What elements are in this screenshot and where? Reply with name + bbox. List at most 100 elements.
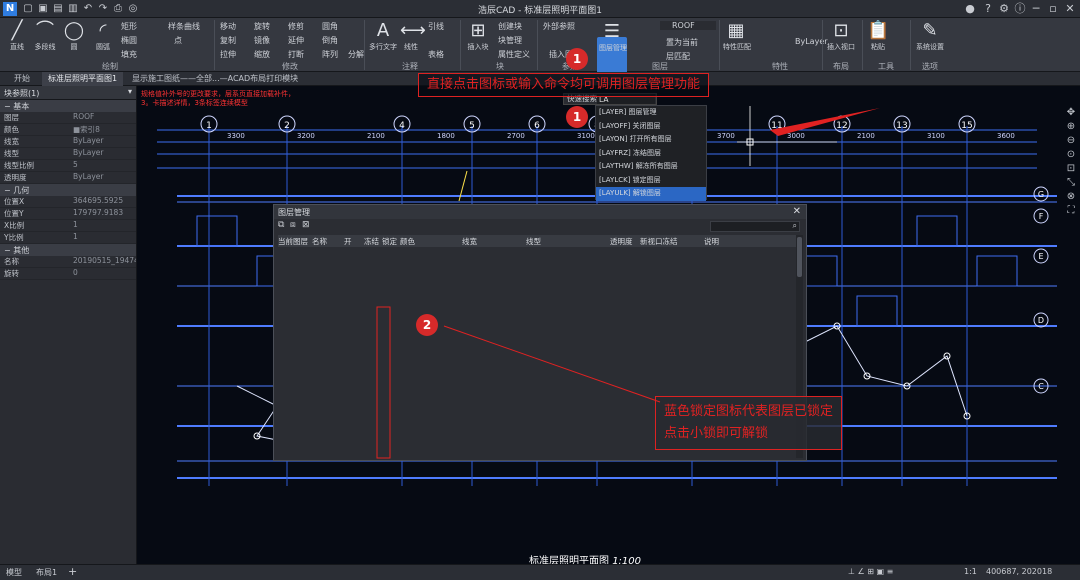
layer-search-input[interactable]: ⌕: [710, 221, 800, 232]
column-header[interactable]: 开: [344, 236, 352, 247]
tab-drawing-1[interactable]: 标准层照明平面图1: [42, 72, 124, 86]
property-value[interactable]: ByLayer: [70, 172, 136, 183]
attribute-define-button[interactable]: 属性定义: [498, 49, 530, 60]
linear-dim-button[interactable]: ⟷ 线性: [400, 20, 426, 52]
command-item[interactable]: [LAYLCK] 锁定图层: [596, 174, 706, 188]
user-icon[interactable]: ●: [962, 1, 978, 17]
property-value[interactable]: ROOF: [70, 112, 136, 123]
scrollbar-thumb[interactable]: [797, 237, 802, 277]
match-properties-button[interactable]: ▦ 特性匹配: [723, 20, 751, 52]
column-header[interactable]: 新视口冻结: [640, 236, 678, 247]
orbit-icon[interactable]: ⊗: [1064, 190, 1078, 203]
block-manager-button[interactable]: 块管理: [498, 35, 522, 46]
property-value[interactable]: ByLayer: [70, 148, 136, 159]
insert-block-button[interactable]: ⊞ 插入块: [463, 20, 493, 52]
polyline-tool-button[interactable]: ⌒ 多段线: [32, 20, 58, 52]
property-value[interactable]: ■索引8: [70, 124, 136, 135]
annotation-scale[interactable]: 1:1: [964, 567, 977, 576]
column-header[interactable]: 名称: [312, 236, 327, 247]
fit-icon[interactable]: ⛶: [1064, 204, 1078, 217]
property-row[interactable]: 线宽 ByLayer: [0, 136, 136, 148]
property-row[interactable]: X比例 1: [0, 220, 136, 232]
property-value[interactable]: 5: [70, 160, 136, 171]
point-button[interactable]: 点: [174, 35, 182, 46]
ellipse-button[interactable]: 椭圆: [121, 35, 137, 46]
property-row[interactable]: Y比例 1: [0, 232, 136, 244]
rectangle-button[interactable]: 矩形: [121, 21, 137, 32]
move-button[interactable]: 移动: [220, 21, 236, 32]
column-header[interactable]: 透明度: [610, 236, 633, 247]
property-section-header[interactable]: − 其他: [0, 244, 136, 256]
property-row[interactable]: 位置X 364695.5925: [0, 196, 136, 208]
property-row[interactable]: 颜色 ■索引8: [0, 124, 136, 136]
set-current-icon[interactable]: ⊠: [302, 220, 310, 230]
zoom-in-icon[interactable]: ⊕: [1064, 120, 1078, 133]
spline-button[interactable]: 样条曲线: [168, 21, 200, 32]
property-section-header[interactable]: − 基本: [0, 100, 136, 112]
column-header[interactable]: 冻结: [364, 236, 379, 247]
property-row[interactable]: 旋转 0: [0, 268, 136, 280]
mirror-button[interactable]: 镜像: [254, 35, 270, 46]
create-block-button[interactable]: 创建块: [498, 21, 522, 32]
zoom-previous-icon[interactable]: ⤡: [1064, 176, 1078, 189]
command-item[interactable]: [LAYER] 图层管理: [596, 106, 706, 120]
property-value[interactable]: 1: [70, 220, 136, 231]
tab-layout1[interactable]: 布局1: [36, 567, 57, 578]
mtext-button[interactable]: A 多行文字: [368, 20, 398, 52]
layer-manager-label[interactable]: ☰ 图层管理: [599, 21, 627, 53]
column-header[interactable]: 锁定: [382, 236, 397, 247]
property-row[interactable]: 图层 ROOF: [0, 112, 136, 124]
leader-button[interactable]: 引线: [428, 21, 444, 32]
xref-button[interactable]: 外部参照: [543, 21, 575, 32]
property-value[interactable]: 0: [70, 268, 136, 279]
delete-layer-icon[interactable]: ⧈: [290, 220, 296, 230]
property-row[interactable]: 位置Y 179797.9183: [0, 208, 136, 220]
column-header[interactable]: 说明: [704, 236, 719, 247]
minimize-icon[interactable]: ─: [1028, 1, 1044, 17]
zoom-window-icon[interactable]: ⊡: [1064, 162, 1078, 175]
system-settings-button[interactable]: ✎ 系统设置: [914, 20, 946, 52]
hatch-button[interactable]: 填充: [121, 49, 137, 60]
property-section-header[interactable]: − 几何: [0, 184, 136, 196]
selection-dropdown[interactable]: 块参照(1) ▾: [0, 86, 136, 100]
break-button[interactable]: 打断: [288, 49, 304, 60]
property-row[interactable]: 名称 20190515_19474...: [0, 256, 136, 268]
property-value[interactable]: ByLayer: [70, 136, 136, 147]
column-header[interactable]: 当前图层: [278, 236, 308, 247]
help-icon[interactable]: ?: [980, 1, 996, 17]
add-layout-button[interactable]: +: [68, 565, 77, 578]
command-item-selected[interactable]: [LAYULK] 解锁图层: [596, 187, 706, 201]
array-button[interactable]: 阵列: [322, 49, 338, 60]
command-item[interactable]: [LAYON] 打开所有图层: [596, 133, 706, 147]
property-value[interactable]: 20190515_19474...: [70, 256, 136, 267]
command-item[interactable]: [LAYTHW] 解冻所有图层: [596, 160, 706, 174]
restore-icon[interactable]: ▫: [1045, 1, 1061, 17]
insert-viewport-button[interactable]: ⊡ 插入视口: [826, 20, 856, 52]
column-header[interactable]: 线型: [526, 236, 541, 247]
scale-button[interactable]: 缩放: [254, 49, 270, 60]
settings-icon[interactable]: ⚙: [996, 1, 1012, 17]
property-row[interactable]: 线型 ByLayer: [0, 148, 136, 160]
property-value[interactable]: 364695.5925: [70, 196, 136, 207]
property-row[interactable]: 透明度 ByLayer: [0, 172, 136, 184]
circle-tool-button[interactable]: ◯ 圆: [61, 20, 87, 52]
tab-model[interactable]: 模型: [6, 567, 22, 578]
command-item[interactable]: [LAYFRZ] 冻结图层: [596, 147, 706, 161]
tab-drawing-2[interactable]: 显示施工图纸——全部...—ACAD布局打印模块: [126, 72, 304, 86]
table-button[interactable]: 表格: [428, 49, 444, 60]
new-layer-icon[interactable]: ⧉: [278, 220, 284, 230]
layer-dropdown[interactable]: ROOF: [660, 21, 716, 30]
pan-icon[interactable]: ✥: [1064, 106, 1078, 119]
info-icon[interactable]: ⓘ: [1012, 1, 1028, 17]
property-value[interactable]: 1: [70, 232, 136, 243]
explode-button[interactable]: 分解: [348, 49, 364, 60]
column-header[interactable]: 颜色: [400, 236, 415, 247]
tab-start[interactable]: 开始: [8, 72, 36, 86]
rotate-button[interactable]: 旋转: [254, 21, 270, 32]
line-tool-button[interactable]: ╱ 直线: [4, 20, 30, 52]
fillet-button[interactable]: 圆角: [322, 21, 338, 32]
column-header[interactable]: 线宽: [462, 236, 477, 247]
stretch-button[interactable]: 拉伸: [220, 49, 236, 60]
set-current-layer-button[interactable]: 置为当前: [666, 37, 698, 48]
close-icon[interactable]: ✕: [793, 206, 801, 217]
